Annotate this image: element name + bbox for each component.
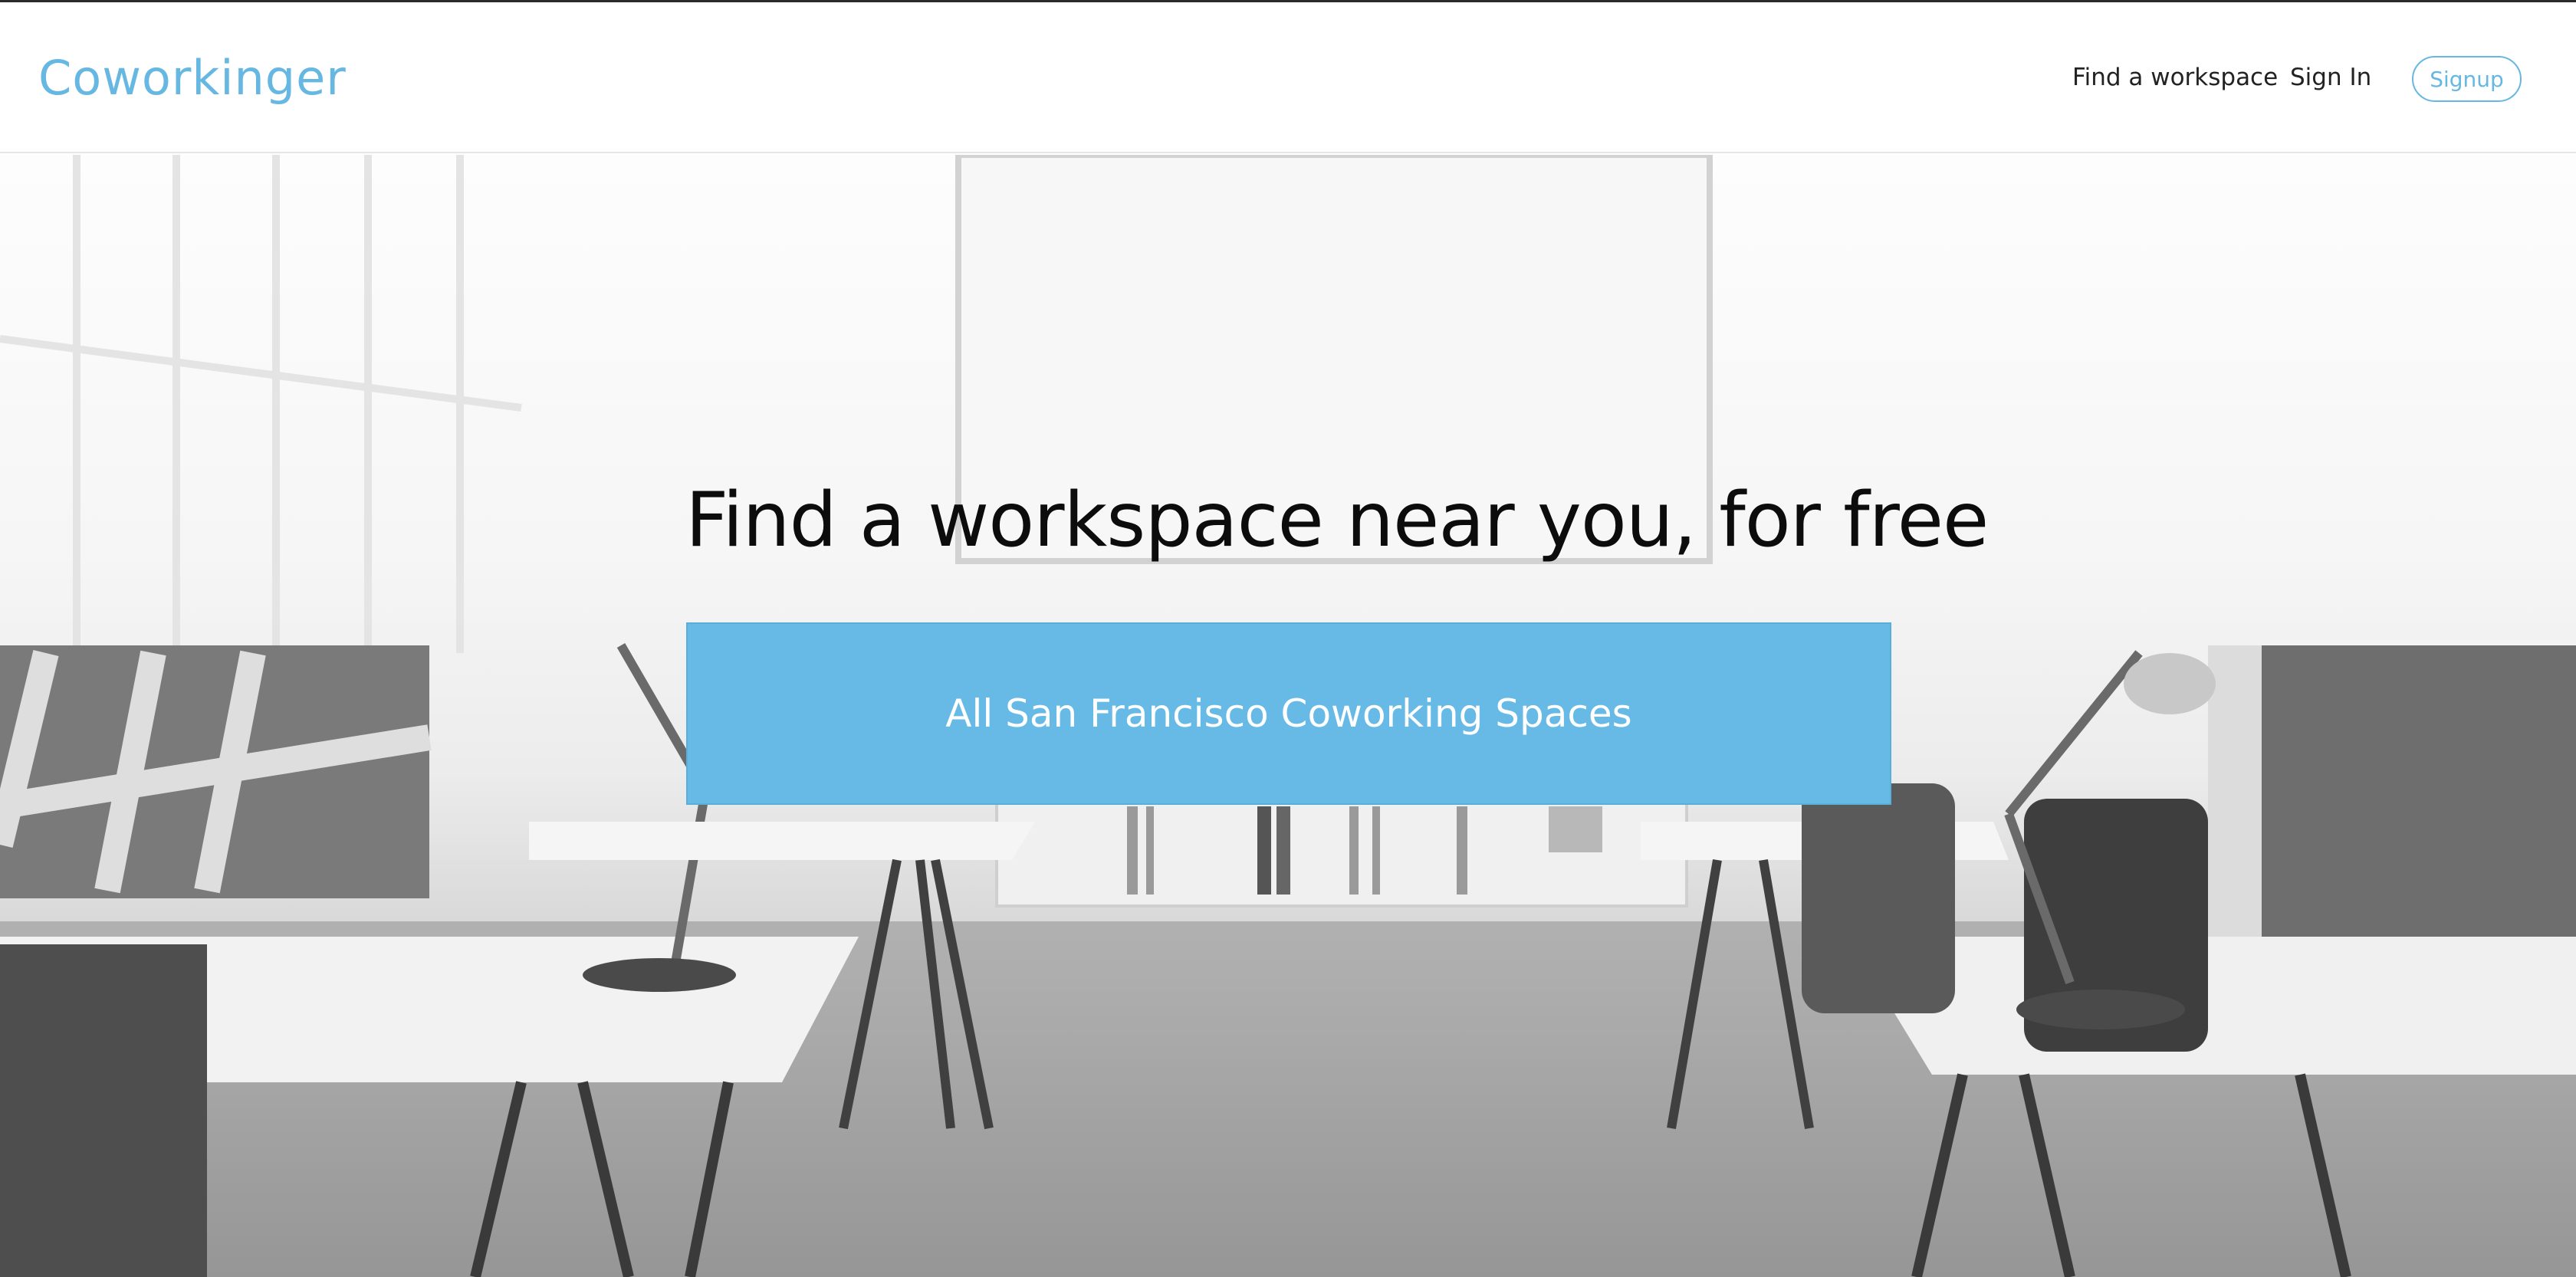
signup-button[interactable]: Signup (2412, 56, 2522, 102)
hero-section: Find a workspace near you, for free All … (0, 155, 2576, 1277)
nav-find-workspace-link[interactable]: Find a workspace (2072, 64, 2278, 91)
hero-title: Find a workspace near you, for free (685, 477, 1989, 564)
navbar: Coworkinger Find a workspace Sign In Sig… (0, 2, 2576, 153)
nav-sign-in-link[interactable]: Sign In (2290, 64, 2371, 91)
all-sf-coworking-spaces-button[interactable]: All San Francisco Coworking Spaces (686, 622, 1891, 805)
brand-logo[interactable]: Coworkinger (38, 50, 347, 106)
